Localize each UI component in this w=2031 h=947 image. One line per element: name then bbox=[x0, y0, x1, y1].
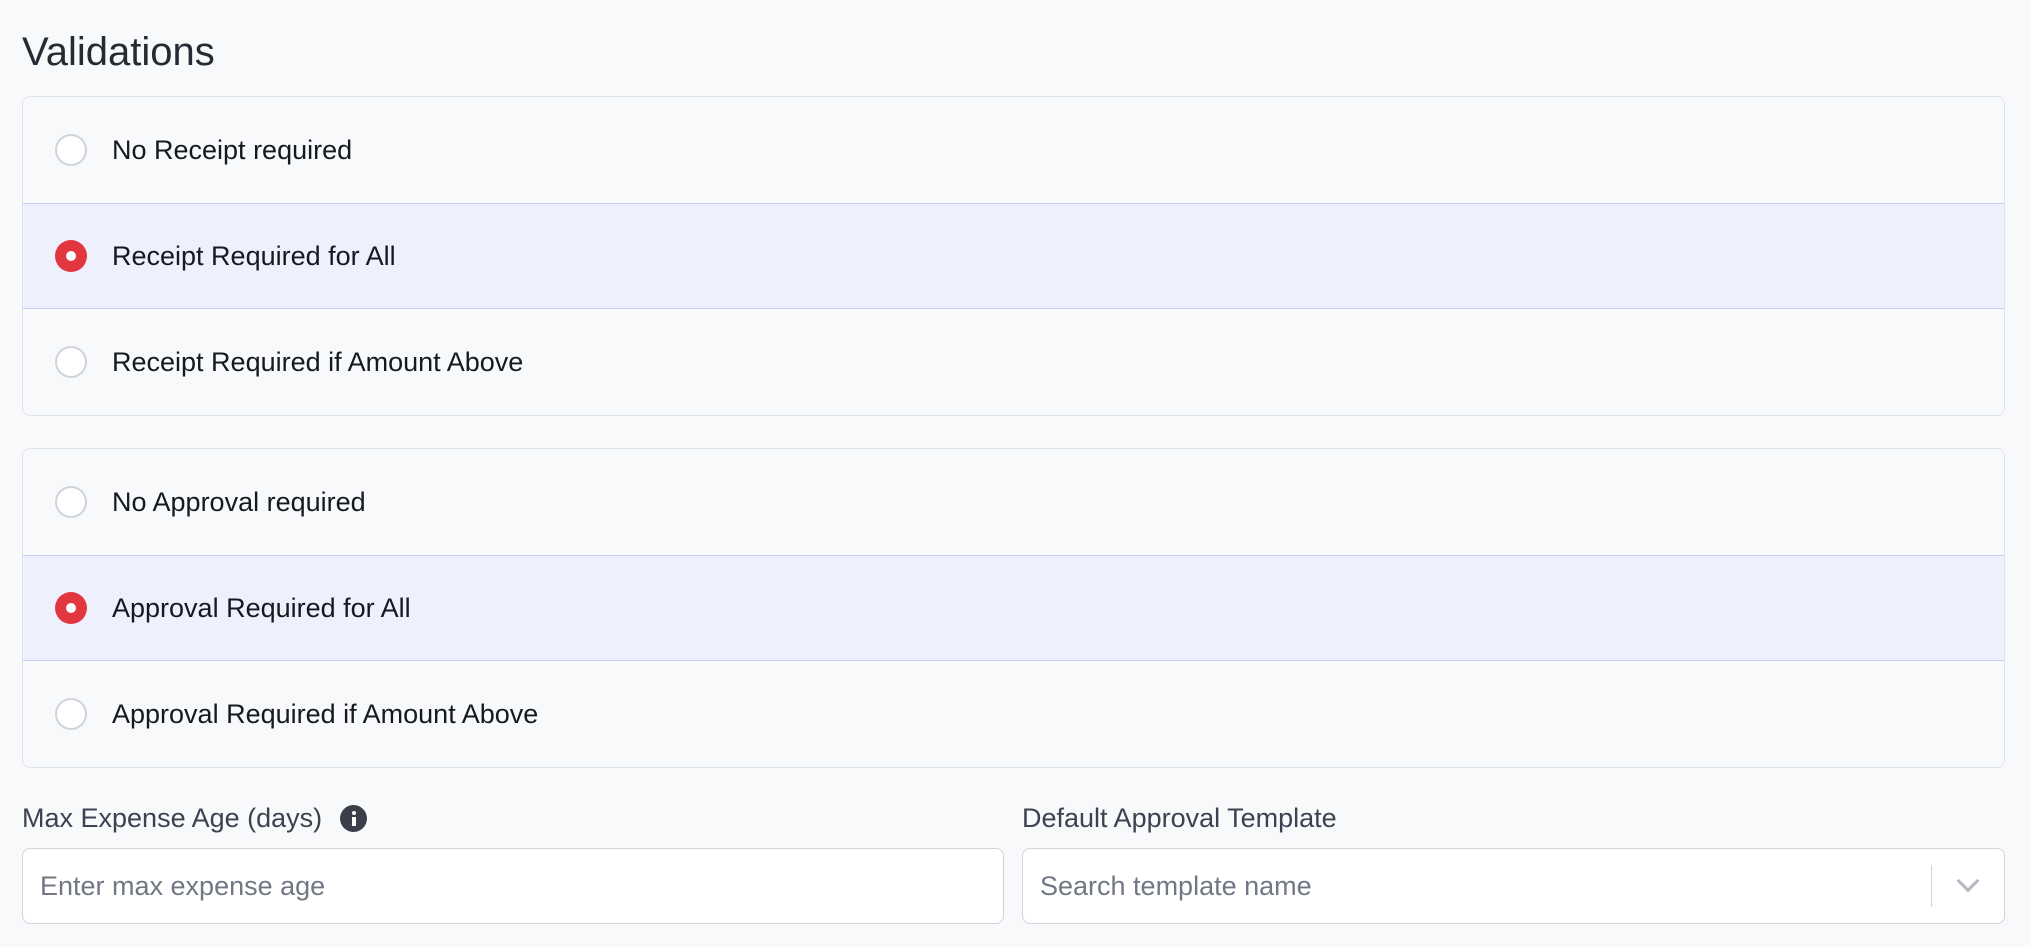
validations-page: Validations No Receipt required Receipt … bbox=[0, 0, 2031, 947]
radio-option-approval-required-all[interactable]: Approval Required for All bbox=[23, 555, 2004, 661]
radio-button[interactable] bbox=[55, 486, 87, 518]
template-search-input[interactable] bbox=[1023, 849, 2004, 923]
info-icon[interactable] bbox=[340, 805, 368, 832]
radio-option-receipt-required-all[interactable]: Receipt Required for All bbox=[23, 203, 2004, 309]
radio-option-no-receipt[interactable]: No Receipt required bbox=[23, 97, 2004, 203]
radio-option-label: Approval Required for All bbox=[112, 592, 411, 623]
page-title: Validations bbox=[22, 30, 215, 74]
radio-option-label: Receipt Required if Amount Above bbox=[112, 346, 524, 377]
receipt-radio-group: No Receipt required Receipt Required for… bbox=[22, 96, 2005, 416]
default-approval-template-select[interactable] bbox=[1022, 848, 2005, 924]
radio-option-receipt-required-above[interactable]: Receipt Required if Amount Above bbox=[23, 309, 2004, 415]
max-expense-age-input[interactable] bbox=[23, 849, 1003, 923]
max-expense-age-label: Max Expense Age (days) bbox=[22, 803, 323, 833]
radio-option-label: Receipt Required for All bbox=[112, 240, 396, 271]
radio-option-label: Approval Required if Amount Above bbox=[112, 698, 539, 729]
max-expense-age-label-row: Max Expense Age (days) bbox=[22, 803, 368, 834]
radio-button-selected[interactable] bbox=[55, 240, 87, 272]
max-expense-age-field[interactable] bbox=[22, 848, 1004, 924]
radio-option-label: No Receipt required bbox=[112, 134, 353, 165]
radio-option-approval-required-above[interactable]: Approval Required if Amount Above bbox=[23, 661, 2004, 767]
radio-button-selected[interactable] bbox=[55, 592, 87, 624]
select-separator bbox=[1930, 865, 1932, 907]
default-approval-template-label: Default Approval Template bbox=[1022, 803, 1337, 833]
radio-option-label: No Approval required bbox=[112, 486, 366, 517]
radio-button[interactable] bbox=[55, 698, 87, 730]
default-approval-template-label-row: Default Approval Template bbox=[1022, 803, 1337, 834]
radio-option-no-approval[interactable]: No Approval required bbox=[23, 449, 2004, 555]
radio-button[interactable] bbox=[55, 346, 87, 378]
approval-radio-group: No Approval required Approval Required f… bbox=[22, 448, 2005, 768]
radio-button[interactable] bbox=[55, 134, 87, 166]
